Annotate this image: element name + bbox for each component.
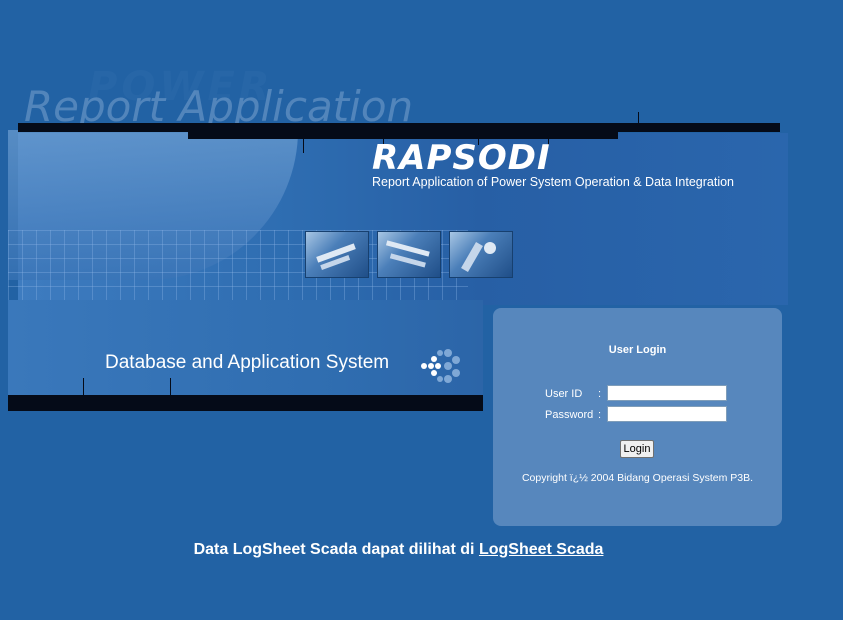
footer-notice: Data LogSheet Scada dapat dilihat di Log… bbox=[0, 541, 797, 559]
user-id-input[interactable] bbox=[607, 385, 727, 401]
logsheet-scada-link[interactable]: LogSheet Scada bbox=[479, 541, 603, 558]
brand-tagline: Report Application of Power System Opera… bbox=[372, 175, 734, 189]
banner-low-panel bbox=[8, 300, 483, 395]
footer-text: Data LogSheet Scada dapat dilihat di bbox=[193, 541, 475, 558]
copyright-text: Copyright ï¿½ 2004 Bidang Operasi System… bbox=[521, 472, 754, 484]
photo-tiles bbox=[305, 231, 513, 278]
login-button[interactable]: Login bbox=[620, 440, 654, 458]
photo-tile-2 bbox=[377, 231, 441, 278]
user-id-label: User ID bbox=[545, 388, 583, 400]
brand-logo: RAPSODI bbox=[372, 138, 551, 178]
password-input[interactable] bbox=[607, 406, 727, 422]
bottom-black-bar bbox=[8, 395, 483, 411]
database-label: Database and Application System bbox=[105, 352, 390, 373]
arrow-dots-icon bbox=[421, 349, 460, 383]
password-label: Password bbox=[545, 409, 594, 421]
photo-tile-1 bbox=[305, 231, 369, 278]
photo-tile-3 bbox=[449, 231, 513, 278]
user-id-colon: : bbox=[598, 388, 602, 400]
tool-image-2 bbox=[385, 240, 430, 268]
login-panel: User Login User ID : Password : Login Co… bbox=[493, 308, 782, 526]
tool-image-1 bbox=[316, 243, 356, 270]
tool-image-3 bbox=[461, 242, 496, 272]
password-colon: : bbox=[598, 409, 602, 421]
login-title: User Login bbox=[608, 344, 667, 356]
